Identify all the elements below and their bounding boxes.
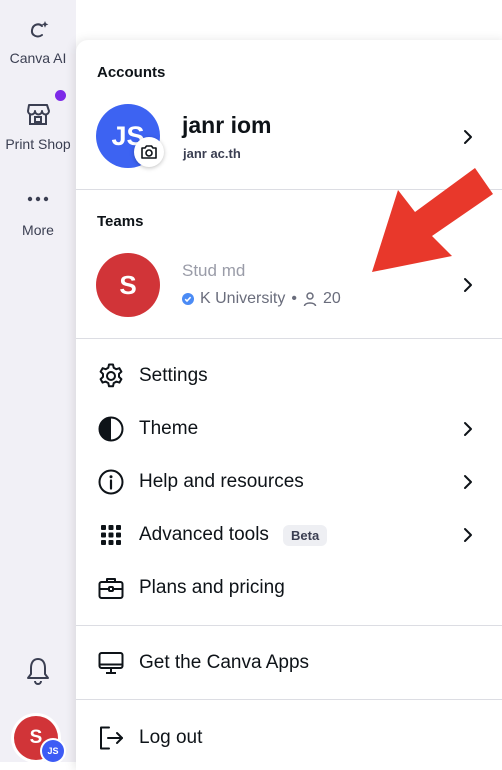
annotation-arrow-icon [372, 168, 493, 272]
verified-badge-icon [182, 293, 194, 305]
chevron-right-icon [464, 475, 472, 489]
more-dots-icon [27, 196, 49, 202]
menu-label-help: Help and resources [139, 471, 304, 492]
logout-icon [97, 724, 125, 752]
team-details: K University • 20 [182, 290, 341, 308]
camera-icon [141, 145, 157, 159]
chevron-right-icon [464, 130, 472, 144]
account-email: janr ac.th [183, 146, 241, 161]
team-organization: K University [200, 290, 286, 307]
rail-label-print-shop: Print Shop [5, 136, 71, 152]
account-menu: Accounts JS janr iom janr ac.th Teams S … [76, 40, 502, 770]
change-photo-button[interactable] [134, 137, 164, 167]
print-shop-icon [27, 104, 50, 125]
team-member-count: 20 [322, 290, 341, 307]
menu-label-log-out: Log out [139, 727, 203, 748]
chevron-right-icon [464, 528, 472, 542]
monitor-icon [97, 649, 125, 677]
menu-label-advanced-tools: Advanced tools [139, 524, 269, 545]
canva-ai-icon [30, 21, 49, 38]
team-avatar: S [96, 253, 160, 317]
menu-item-advanced-tools[interactable]: Advanced tools Beta [76, 513, 502, 557]
info-icon [97, 468, 125, 496]
menu-item-settings[interactable]: Settings [76, 354, 502, 398]
notifications-button[interactable] [24, 656, 52, 691]
divider [76, 625, 502, 626]
divider [76, 699, 502, 700]
team-separator: • [291, 290, 297, 307]
menu-label-get-apps: Get the Canva Apps [139, 652, 310, 673]
teams-heading: Teams [97, 213, 144, 230]
divider [76, 338, 502, 339]
menu-item-log-out[interactable]: Log out [76, 716, 502, 760]
menu-item-get-apps[interactable]: Get the Canva Apps [76, 641, 502, 685]
team-name: Stud md [182, 261, 246, 280]
briefcase-icon [97, 574, 125, 602]
rail-item-more[interactable]: More [0, 192, 76, 238]
grid-dots-icon [97, 521, 125, 549]
menu-item-plans-pricing[interactable]: Plans and pricing [76, 566, 502, 610]
rail-item-canva-ai[interactable]: Canva AI [0, 18, 76, 66]
contrast-icon [97, 415, 125, 443]
menu-label-plans-pricing: Plans and pricing [139, 577, 285, 598]
gear-icon [97, 362, 125, 390]
left-rail: Canva AI Print Shop More S JS [0, 0, 76, 762]
bell-icon [27, 658, 49, 685]
beta-badge: Beta [283, 524, 328, 546]
menu-label-theme: Theme [139, 418, 199, 439]
accounts-heading: Accounts [97, 64, 166, 81]
rail-label-more: More [22, 222, 54, 238]
user-avatar-badge: JS [42, 740, 64, 762]
rail-label-canva-ai: Canva AI [9, 50, 67, 66]
person-icon [303, 292, 317, 307]
menu-item-theme[interactable]: Theme [76, 407, 502, 451]
chevron-right-icon [464, 422, 472, 436]
menu-item-help[interactable]: Help and resources [76, 460, 502, 504]
account-name: janr iom [182, 112, 272, 138]
rail-item-print-shop[interactable]: Print Shop [0, 100, 76, 152]
menu-label-settings: Settings [139, 365, 208, 386]
